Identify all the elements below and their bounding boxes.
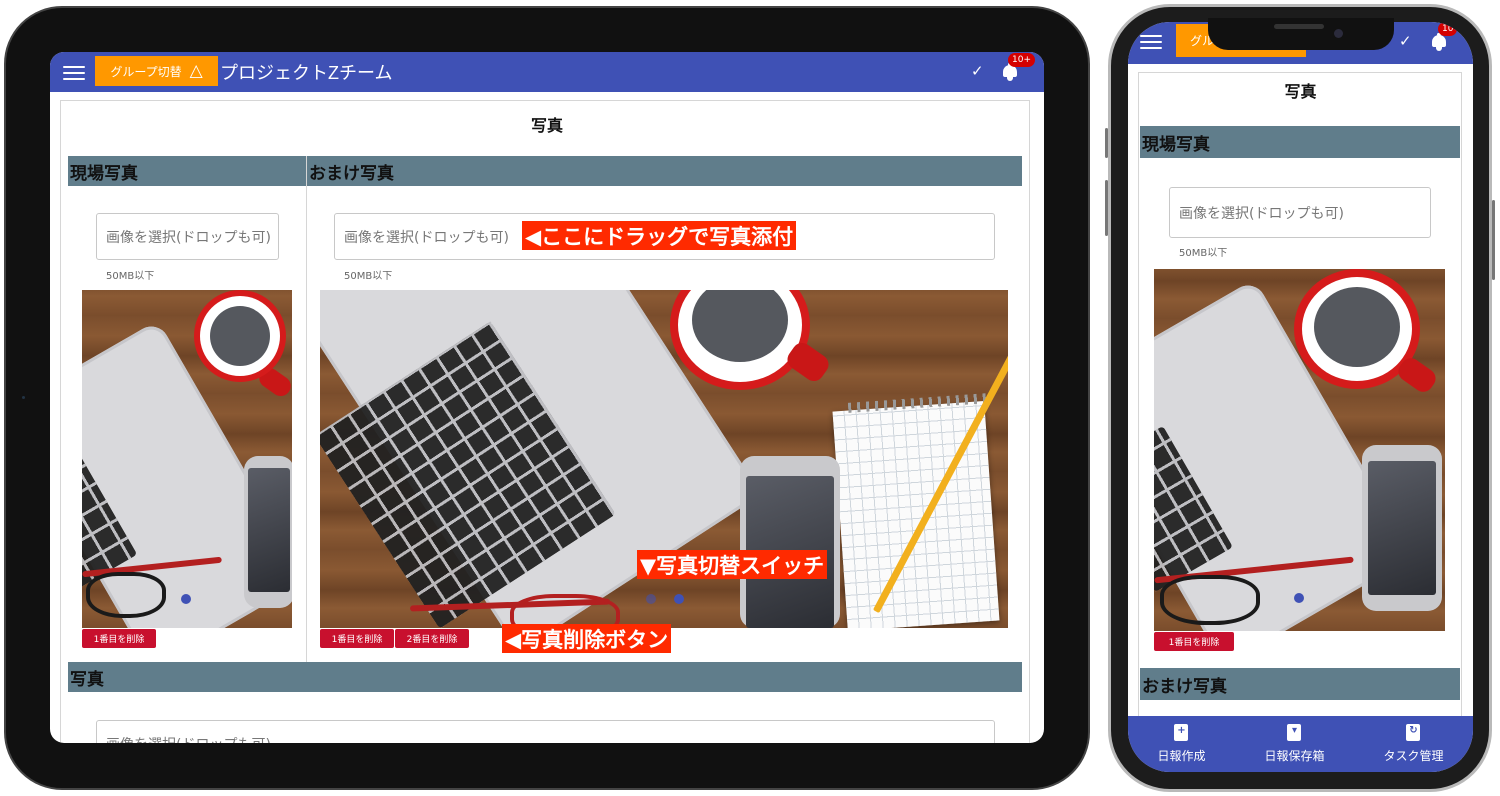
delete-first-photo-button[interactable]: 1番目を削除	[82, 629, 156, 648]
nav-new-report[interactable]: 日報作成	[1157, 724, 1206, 764]
site-photo-image[interactable]	[82, 290, 292, 628]
phone-side-button	[1105, 128, 1108, 158]
delete-first-photo-button[interactable]: 1番目を削除	[320, 629, 394, 648]
nav-task-management-label: タスク管理	[1383, 749, 1444, 763]
site-photo-file-input[interactable]: 画像を選択(ドロップも可)	[96, 213, 279, 260]
site-photos-header: 現場写真	[1140, 126, 1460, 158]
photo-switch-dot-1[interactable]	[181, 594, 191, 604]
switch-hint-callout: ▼写真切替スイッチ	[637, 550, 828, 579]
nav-new-report-label: 日報作成	[1157, 749, 1206, 763]
delete-second-photo-button[interactable]: 2番目を削除	[395, 629, 469, 648]
photos-header: 写真	[68, 662, 1022, 692]
check-icon[interactable]: ✓	[971, 62, 984, 80]
task-refresh-icon	[1406, 724, 1421, 741]
column-divider	[306, 156, 307, 662]
photo-switch-dot-2[interactable]	[674, 594, 684, 604]
phone-side-button	[1492, 200, 1495, 280]
phone-screen: グループ切替 ✓ 10 写真 現場写真 画像を選択(ドロップも可) 50MB以下…	[1128, 22, 1473, 772]
site-photo-file-input[interactable]: 画像を選択(ドロップも可)	[1169, 187, 1431, 238]
bonus-photos-header: おまけ写真	[1140, 668, 1460, 700]
bottom-navigation: 日報作成 日報保存箱 タスク管理	[1128, 716, 1473, 772]
notification-badge: 10	[1438, 22, 1458, 36]
nav-report-archive[interactable]: 日報保存箱	[1264, 724, 1325, 764]
new-report-icon	[1174, 724, 1189, 741]
size-limit-note: 50MB以下	[1179, 248, 1228, 259]
menu-icon[interactable]	[1140, 35, 1162, 51]
archive-box-icon	[1287, 724, 1302, 741]
phone-notch	[1208, 18, 1394, 50]
drag-hint-callout: ◀ここにドラッグで写真添付	[522, 221, 797, 250]
photo-switch-dot-1[interactable]	[646, 594, 656, 604]
nav-task-management[interactable]: タスク管理	[1383, 724, 1444, 764]
delete-hint-callout: ◀写真削除ボタン	[502, 624, 672, 653]
page-title: 写真	[530, 116, 563, 135]
tablet-screen: グループ切替 △ プロジェクトZチーム ✓ 10+ 写真 現場写真 おまけ写真 …	[50, 52, 1044, 743]
group-switch-button[interactable]: グループ切替 △	[95, 56, 218, 86]
check-icon[interactable]: ✓	[1399, 32, 1412, 50]
bonus-photos-header: おまけ写真	[307, 156, 1022, 186]
group-switch-label: グループ切替	[110, 64, 182, 79]
tablet-camera	[22, 396, 25, 399]
nav-report-archive-label: 日報保存箱	[1264, 749, 1325, 763]
delete-first-photo-button[interactable]: 1番目を削除	[1154, 632, 1234, 651]
app-bar: グループ切替 △ プロジェクトZチーム ✓ 10+	[50, 52, 1044, 92]
phone-side-button	[1105, 180, 1108, 236]
size-limit-note: 50MB以下	[344, 271, 393, 282]
site-photos-header: 現場写真	[68, 156, 306, 186]
menu-icon[interactable]	[63, 66, 85, 82]
team-title: プロジェクトZチーム	[220, 63, 393, 83]
photo-switch-dot-1[interactable]	[1294, 593, 1304, 603]
site-photo-image[interactable]	[1154, 269, 1445, 631]
size-limit-note: 50MB以下	[106, 271, 155, 282]
page-title: 写真	[1284, 82, 1317, 101]
notification-badge: 10+	[1008, 53, 1035, 67]
warning-triangle-icon: △	[189, 61, 203, 81]
photo-file-input[interactable]: 画像を選択(ドロップも可)	[96, 720, 995, 743]
